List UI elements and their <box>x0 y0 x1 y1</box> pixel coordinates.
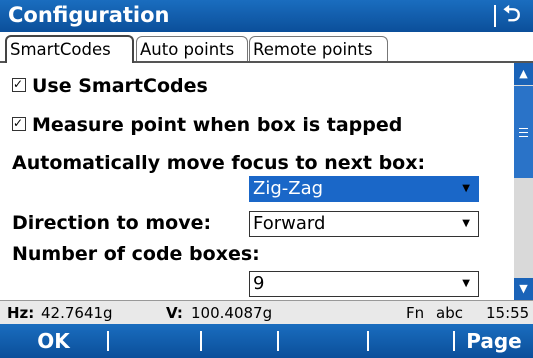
measure-on-tap-row[interactable]: ✓ Measure point when box is tapped <box>12 114 402 136</box>
softkey-empty-4[interactable] <box>279 324 367 358</box>
measure-on-tap-checkbox[interactable]: ✓ <box>12 116 26 131</box>
settings-panel: ✓ Use SmartCodes ✓ Measure point when box … <box>0 63 512 300</box>
v-label: V: <box>166 304 183 322</box>
tab-label: SmartCodes <box>10 40 111 59</box>
softkey-empty-5[interactable] <box>369 324 453 358</box>
grip-line <box>519 132 528 133</box>
scroll-up-icon[interactable]: ▲ <box>514 63 533 85</box>
dropdown-arrow-icon: ▼ <box>462 218 470 229</box>
ok-button[interactable]: OK <box>0 324 107 358</box>
title-separator <box>494 5 496 27</box>
use-smartcodes-row[interactable]: ✓ Use SmartCodes <box>12 75 208 97</box>
hz-label: Hz: <box>7 304 35 322</box>
dropdown-arrow-icon: ▼ <box>462 183 470 194</box>
hz-value: 42.7641g <box>41 304 113 322</box>
fn-indicator: Fn <box>406 304 425 322</box>
tab-label: Auto points <box>140 40 235 59</box>
tab-strip: SmartCodes Auto points Remote points <box>0 32 533 63</box>
softkey-bar: OK Page <box>0 324 533 358</box>
back-arrow-icon[interactable]: ⮌ <box>503 2 521 28</box>
auto-move-label: Automatically move focus to next box: <box>12 152 426 174</box>
use-smartcodes-checkbox[interactable]: ✓ <box>12 77 26 92</box>
checkmark-icon: ✓ <box>13 115 24 130</box>
scroll-down-icon[interactable]: ▼ <box>514 278 533 300</box>
measure-on-tap-label: Measure point when box is tapped <box>32 114 403 136</box>
code-boxes-dropdown[interactable]: 9 ▼ <box>249 271 479 297</box>
checkmark-icon: ✓ <box>13 76 24 91</box>
tab-auto-points[interactable]: Auto points <box>136 36 248 61</box>
clock: 15:55 <box>486 304 530 322</box>
grip-line <box>519 136 528 137</box>
auto-move-dropdown[interactable]: Zig-Zag ▼ <box>249 176 479 202</box>
softkey-empty-3[interactable] <box>202 324 277 358</box>
tab-label: Remote points <box>253 40 373 59</box>
tab-smartcodes[interactable]: SmartCodes <box>5 35 134 63</box>
scroll-thumb[interactable] <box>514 86 533 178</box>
input-mode: abc <box>436 304 463 322</box>
tab-remote-points[interactable]: Remote points <box>249 36 388 61</box>
window-title: Configuration <box>8 3 170 27</box>
softkey-empty-2[interactable] <box>109 324 200 358</box>
direction-label: Direction to move: <box>12 212 212 234</box>
status-bar: Hz: 42.7641g V: 100.4087g Fn abc 15:55 <box>0 300 533 325</box>
v-value: 100.4087g <box>191 304 273 322</box>
code-boxes-value: 9 <box>253 273 265 294</box>
title-bar: Configuration ⮌ <box>0 0 533 32</box>
auto-move-value: Zig-Zag <box>253 178 324 199</box>
grip-line <box>519 128 528 129</box>
code-boxes-label: Number of code boxes: <box>12 243 260 265</box>
direction-value: Forward <box>253 213 326 234</box>
dropdown-arrow-icon: ▼ <box>462 278 470 289</box>
direction-dropdown[interactable]: Forward ▼ <box>249 211 479 237</box>
use-smartcodes-label: Use SmartCodes <box>32 75 208 97</box>
page-button[interactable]: Page <box>455 324 533 358</box>
scrollbar[interactable]: ▲ ▼ <box>514 63 533 300</box>
